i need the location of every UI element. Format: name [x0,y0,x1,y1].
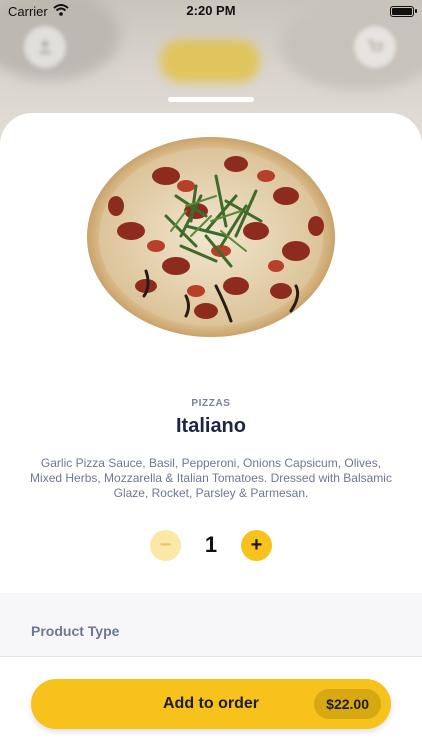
add-to-order-button[interactable]: Add to order $22.00 [31,679,391,729]
account-button[interactable] [24,26,66,68]
quantity-value: 1 [204,532,218,557]
product-type-section: Product Type [0,593,422,657]
blurred-logo [160,40,260,82]
product-description: Garlic Pizza Sauce, Basil, Pepperoni, On… [30,456,392,500]
price-badge: $22.00 [314,689,381,719]
increase-button[interactable]: + [241,529,272,561]
product-category: PIZZAS [191,398,231,409]
plus-icon: + [250,533,263,556]
pizza-image [86,136,336,338]
status-bar: Carrier 2:20 PM [0,0,422,22]
battery-icon [390,5,417,17]
footer: Add to order $22.00 [0,658,422,750]
cart-icon [354,26,396,68]
minus-icon: − [159,533,172,556]
product-title: Italiano [175,415,246,437]
decrease-button[interactable]: − [150,529,181,561]
status-time: 2:20 PM [186,3,236,18]
product-sheet: PIZZAS Italiano Garlic Pizza Sauce, Basi… [0,113,422,750]
sheet-grabber[interactable] [168,97,254,102]
quantity-stepper: − 1 + [150,529,272,561]
section-title: Product Type [31,623,120,639]
cart-button[interactable] [354,26,396,68]
user-icon [24,26,66,68]
add-to-order-label: Add to order [163,695,259,712]
